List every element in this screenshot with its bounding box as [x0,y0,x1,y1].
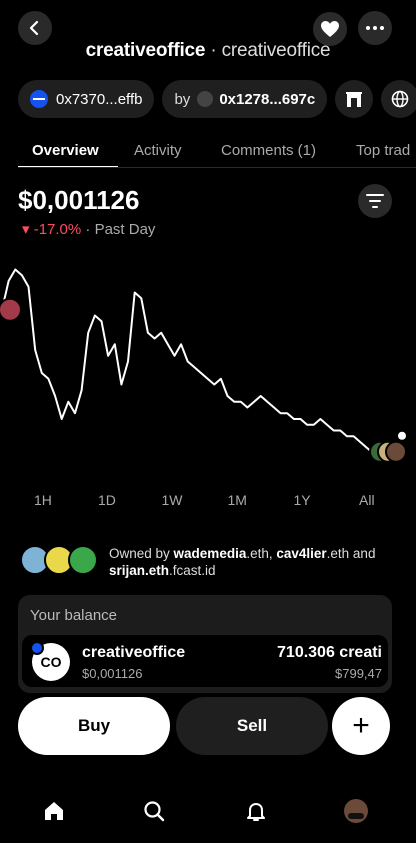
profile-avatar [344,799,368,823]
balance-usd-value: $799,47 [335,666,382,681]
tab-overview[interactable]: Overview [32,142,99,159]
balance-token-name: creativeoffice [82,644,186,661]
contract-address: 0x7370...effb [56,90,143,108]
owner-2-suffix: .eth and [326,546,376,561]
more-icon [366,26,384,30]
owner-2-name[interactable]: cav4lier [276,546,326,561]
token-logo-text: CO [40,654,62,670]
tab-top-traders[interactable]: Top trad [356,142,410,159]
creator-avatar [197,91,214,107]
owner-3-suffix: .fcast.id [169,563,216,578]
globe-icon [391,90,409,108]
nav-profile[interactable] [342,797,370,825]
gate-chip[interactable] [335,80,374,118]
balance-card: Your balance CO creativeoffice $0,001126… [18,595,392,693]
balance-label: Your balance [30,607,118,624]
price-chart[interactable] [0,250,416,480]
sell-button[interactable]: Sell [176,697,328,755]
price-change-period: · Past Day [81,221,156,238]
nav-home[interactable] [40,797,68,825]
range-1d[interactable]: 1D [98,492,116,508]
owned-by-text: Owned by wademedia.eth, cav4lier.eth and… [109,545,409,579]
token-logo: CO [30,641,70,681]
bell-icon [247,803,265,821]
buy-button[interactable]: Buy [18,697,170,755]
price-change: ▾ -17.0% · Past Day [22,220,155,238]
range-1y[interactable]: 1Y [294,492,311,508]
search-icon [144,801,165,822]
owners-section: Owned by wademedia.eth, cav4lier.eth and… [20,545,410,579]
creator-address: 0x1278...697c [219,90,316,108]
filter-icon [366,194,384,208]
range-1m[interactable]: 1M [228,492,247,508]
token-name-bold: creativeoffice [85,40,206,61]
current-price: $0,001126 [18,185,140,215]
range-all[interactable]: All [359,492,375,508]
tab-comments[interactable]: Comments (1) [221,142,316,159]
owner-1-suffix: .eth, [246,546,277,561]
base-network-icon [30,90,48,108]
chart-current-point [398,431,406,440]
tab-activity[interactable]: Activity [134,142,182,159]
balance-row[interactable]: CO creativeoffice $0,001126 710.306 crea… [22,635,388,687]
globe-chip[interactable] [381,80,416,118]
time-range-selector: 1H 1D 1W 1M 1Y All [0,492,416,512]
contract-chip[interactable]: 0x7370...effb [18,80,155,118]
chart-filter-button[interactable] [358,184,392,218]
range-1h[interactable]: 1H [34,492,52,508]
tab-bar: Overview Activity Comments (1) Top trad [18,130,416,168]
owned-by-prefix: Owned by [109,546,174,561]
info-chips: 0x7370...effb by 0x1278...697c [18,80,416,118]
creator-chip[interactable]: by 0x1278...697c [162,80,328,118]
nav-search[interactable] [140,797,168,825]
owner-1-name[interactable]: wademedia [174,546,247,561]
page-title: creativeoffice · creativeoffice [0,40,416,62]
chart-start-avatar[interactable] [0,297,22,322]
top-bar: creativeoffice · creativeoffice [0,0,416,75]
owner-avatar-3[interactable] [68,545,98,575]
price-line [1,268,400,455]
gate-icon [346,92,363,107]
nav-notifications[interactable] [242,797,270,825]
heart-icon [321,21,339,37]
home-icon [45,802,63,820]
active-tab-indicator [18,166,118,167]
base-network-icon [30,641,44,655]
balance-token-amount: 710.306 creati [277,644,382,661]
chevron-left-icon [29,20,39,36]
trade-actions: Buy Sell + [18,697,398,755]
range-1w[interactable]: 1W [162,492,183,508]
owner-3-name[interactable]: srijan.eth [109,563,169,578]
price-change-percent: ▾ -17.0% [22,221,82,238]
bottom-navigation [0,785,416,843]
balance-token-price: $0,001126 [82,666,143,681]
creator-prefix: by [174,90,191,108]
plus-button[interactable]: + [332,697,390,755]
chart-end-avatar-3[interactable] [385,440,407,463]
token-name-light: creativeoffice [221,40,331,61]
title-separator: · [205,40,222,61]
